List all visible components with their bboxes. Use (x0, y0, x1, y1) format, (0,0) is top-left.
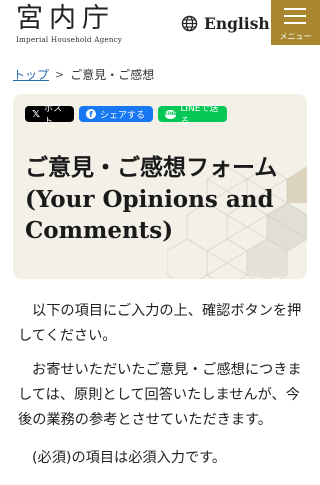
line-icon: LINE (165, 109, 177, 119)
facebook-icon: f (86, 109, 96, 119)
site-header: 宮内庁 Imperial Household Agency English メニ… (0, 0, 320, 52)
language-switch[interactable]: English (181, 14, 270, 33)
share-x-label: ポスト (44, 104, 63, 127)
share-line-button[interactable]: LINE LINEで送る (158, 104, 227, 127)
required-note-paragraph: (必須)の項目は必須入力です。 (32, 450, 227, 466)
language-label: English (204, 14, 270, 33)
breadcrumb: トップ > ご意見・ご感想 (13, 66, 154, 83)
logo-text: 宮内庁 (16, 3, 115, 34)
title-card: 𝕏 ポスト f シェアする LINE LINEで送る ご意見・ご感想フォーム (… (13, 94, 307, 279)
breadcrumb-home-link[interactable]: トップ (13, 66, 49, 83)
x-logo-icon: 𝕏 (32, 108, 41, 120)
share-line-label: LINEで送る (180, 104, 219, 127)
globe-icon (181, 15, 198, 32)
menu-label: メニュー (279, 32, 312, 41)
share-buttons: 𝕏 ポスト f シェアする LINE LINEで送る (25, 104, 227, 127)
logo-subtitle: Imperial Household Agency (16, 35, 123, 44)
share-x-button[interactable]: 𝕏 ポスト (25, 104, 74, 127)
hamburger-icon (284, 8, 306, 29)
share-facebook-button[interactable]: f シェアする (79, 106, 153, 122)
menu-button[interactable]: メニュー (271, 0, 320, 45)
breadcrumb-separator: > (55, 68, 65, 81)
intro-paragraph: 以下の項目にご入力の上、確認ボタンを押してください。 (18, 303, 302, 344)
breadcrumb-current: ご意見・ご感想 (70, 68, 155, 82)
share-facebook-label: シェアする (100, 110, 146, 121)
notice-paragraph: お寄せいただいたご意見・ご感想につきましては、原則として回答いたしませんが、今後… (18, 362, 302, 428)
site-logo[interactable]: 宮内庁 Imperial Household Agency (16, 3, 123, 45)
page-title: ご意見・ご感想フォーム (Your Opinions and Comments) (25, 154, 278, 244)
